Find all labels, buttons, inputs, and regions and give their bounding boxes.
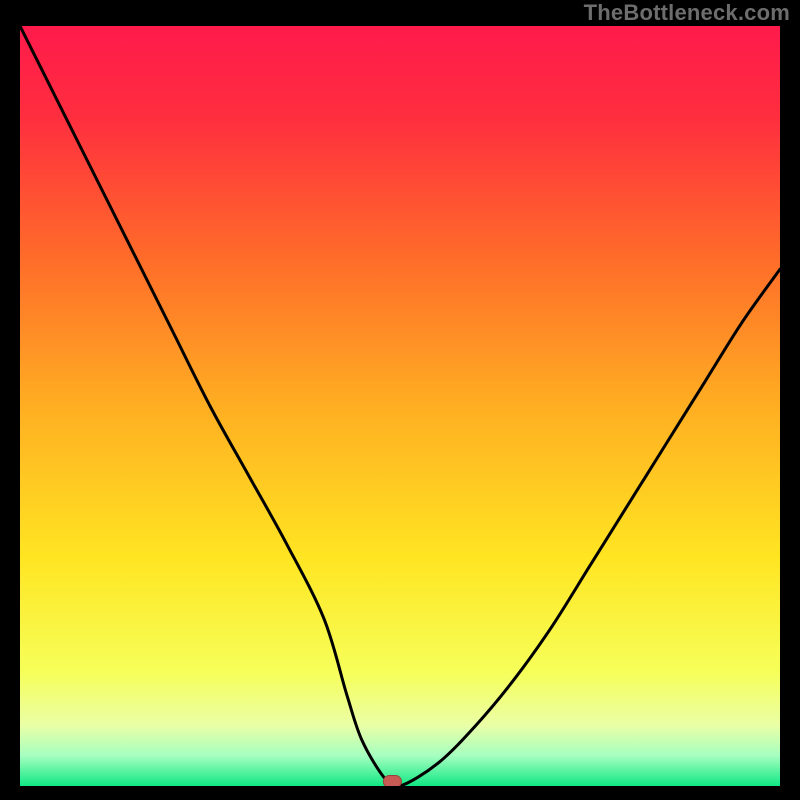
optimal-point-marker (383, 775, 401, 786)
chart-frame: TheBottleneck.com (0, 0, 800, 800)
watermark-text: TheBottleneck.com (584, 0, 790, 26)
chart-svg (20, 26, 780, 786)
gradient-background (20, 26, 780, 786)
bottleneck-chart (20, 26, 780, 786)
